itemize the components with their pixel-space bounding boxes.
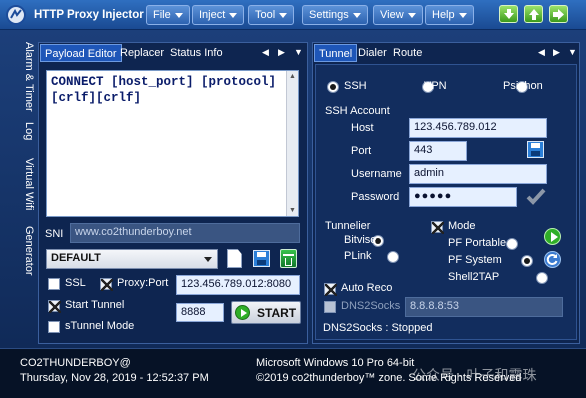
tab-route[interactable]: Route (389, 44, 426, 62)
stunnel-mode-label: sTunnel Mode (65, 320, 135, 332)
save-account-icon[interactable] (527, 141, 544, 158)
menu-settings[interactable]: Settings (302, 5, 368, 25)
host-label: Host (351, 122, 374, 134)
radio-psiphon-label: Psiphon (503, 80, 543, 92)
arrow-down-icon[interactable] (499, 5, 518, 23)
mode-heading: Mode (448, 220, 476, 232)
local-port-input[interactable]: 8888 (176, 303, 224, 322)
status-datetime: Thursday, Nov 28, 2019 - 12:52:37 PM (20, 372, 209, 384)
menu-help[interactable]: Help (425, 5, 474, 25)
arrow-up-icon[interactable] (524, 5, 543, 23)
start-tunnel-label: Start Tunnel (65, 299, 125, 311)
right-tab-dropdown-icon[interactable]: ▼ (568, 47, 577, 57)
mode-checkbox[interactable] (431, 221, 443, 233)
play-icon[interactable] (544, 228, 561, 245)
dns2socks-input[interactable]: 8.8.8.8:53 (405, 297, 563, 317)
radio-pf-portable-label: PF Portable (448, 237, 507, 249)
right-tab-scroll-left-icon[interactable]: ◀ (538, 47, 545, 58)
radio-ssh-label: SSH (344, 80, 367, 92)
delete-icon[interactable] (280, 249, 297, 268)
payload-scrollbar[interactable]: ▲ ▼ (286, 71, 298, 216)
menu-tool[interactable]: Tool (248, 5, 295, 25)
side-tab-log[interactable]: Log (13, 120, 35, 150)
radio-pf-system-label: PF System (448, 254, 502, 266)
proxy-port-label: Proxy:Port (117, 277, 169, 289)
start-button[interactable]: START (231, 301, 301, 324)
password-input[interactable]: ●●●●● (409, 187, 517, 207)
side-tab-generator[interactable]: Generator (13, 224, 35, 284)
save-icon[interactable] (253, 250, 270, 267)
sni-label: SNI (45, 228, 64, 240)
username-input[interactable]: admin (409, 164, 547, 184)
dns2socks-checkbox[interactable] (324, 301, 336, 313)
stunnel-mode-checkbox[interactable] (48, 321, 60, 333)
chevron-down-icon (204, 257, 212, 262)
side-tab-alarm-timer[interactable]: Alarm & Timer (13, 40, 35, 112)
right-tab-scroll-right-icon[interactable]: ▶ (553, 47, 560, 58)
ssl-checkbox[interactable] (48, 278, 60, 290)
watermark: 公众号 · 叶子和露珠 (412, 367, 537, 383)
auto-reco-label: Auto Reco (341, 282, 393, 294)
app-title: HTTP Proxy Injector (34, 9, 144, 21)
host-input[interactable]: 123.456.789.012 (409, 118, 547, 138)
auto-reco-checkbox[interactable] (324, 283, 336, 295)
ssl-label: SSL (65, 277, 86, 289)
status-bar: CO2THUNDERBOY@ Thursday, Nov 28, 2019 - … (0, 348, 586, 398)
menu-file[interactable]: File (146, 5, 190, 25)
port-input[interactable]: 443 (409, 141, 467, 161)
profile-select[interactable]: DEFAULT (46, 249, 218, 269)
tab-replacer[interactable]: Replacer (116, 44, 168, 62)
tab-dropdown-icon[interactable]: ▼ (294, 47, 303, 57)
menu-inject[interactable]: Inject (192, 5, 245, 25)
radio-ssh[interactable] (327, 81, 339, 93)
radio-shell2tap-label: Shell2TAP (448, 271, 500, 283)
status-user: CO2THUNDERBOY@ (20, 357, 131, 369)
tab-scroll-left-icon[interactable]: ◀ (262, 47, 269, 58)
scroll-up-icon[interactable]: ▲ (289, 73, 296, 80)
start-tunnel-checkbox[interactable] (48, 300, 60, 312)
play-icon (235, 305, 250, 320)
dns2socks-status: DNS2Socks : Stopped (323, 322, 433, 334)
tab-payload-editor[interactable]: Payload Editor (40, 44, 122, 62)
tab-scroll-right-icon[interactable]: ▶ (278, 47, 285, 58)
arrow-right-icon[interactable] (549, 5, 568, 23)
tab-dialer[interactable]: Dialer (354, 44, 391, 62)
side-tab-virtual-wifi[interactable]: Virtual Wifi (13, 156, 35, 218)
title-bar: HTTP Proxy Injector File Inject Tool Set… (0, 0, 586, 30)
tab-status-info[interactable]: Status Info (166, 44, 227, 62)
new-file-icon[interactable] (227, 249, 242, 268)
tunnelier-heading: Tunnelier (325, 220, 371, 232)
proxy-port-checkbox[interactable] (100, 278, 112, 290)
app-logo-icon (6, 5, 26, 25)
confirm-check-icon[interactable] (526, 188, 546, 206)
radio-vpn-label: VPN (424, 80, 447, 92)
password-label: Password (351, 191, 400, 203)
dns2socks-label: DNS2Socks (341, 300, 401, 312)
payload-editor[interactable]: CONNECT [host_port] [protocol][crlf][crl… (46, 70, 299, 217)
ssh-account-heading: SSH Account (325, 105, 390, 117)
radio-bitvise-label: Bitvise (344, 234, 377, 246)
refresh-icon[interactable] (544, 251, 561, 268)
proxy-port-input[interactable]: 123.456.789.012:8080 (176, 275, 300, 295)
sni-input[interactable]: www.co2thunderboy.net (70, 223, 300, 243)
port-label: Port (351, 145, 372, 157)
username-label: Username (351, 168, 402, 180)
scroll-down-icon[interactable]: ▼ (289, 207, 296, 214)
menu-view[interactable]: View (373, 5, 423, 25)
tab-tunnel[interactable]: Tunnel (314, 44, 358, 62)
status-os: Microsoft Windows 10 Pro 64-bit (256, 357, 415, 369)
radio-plink-label: PLink (344, 250, 372, 262)
